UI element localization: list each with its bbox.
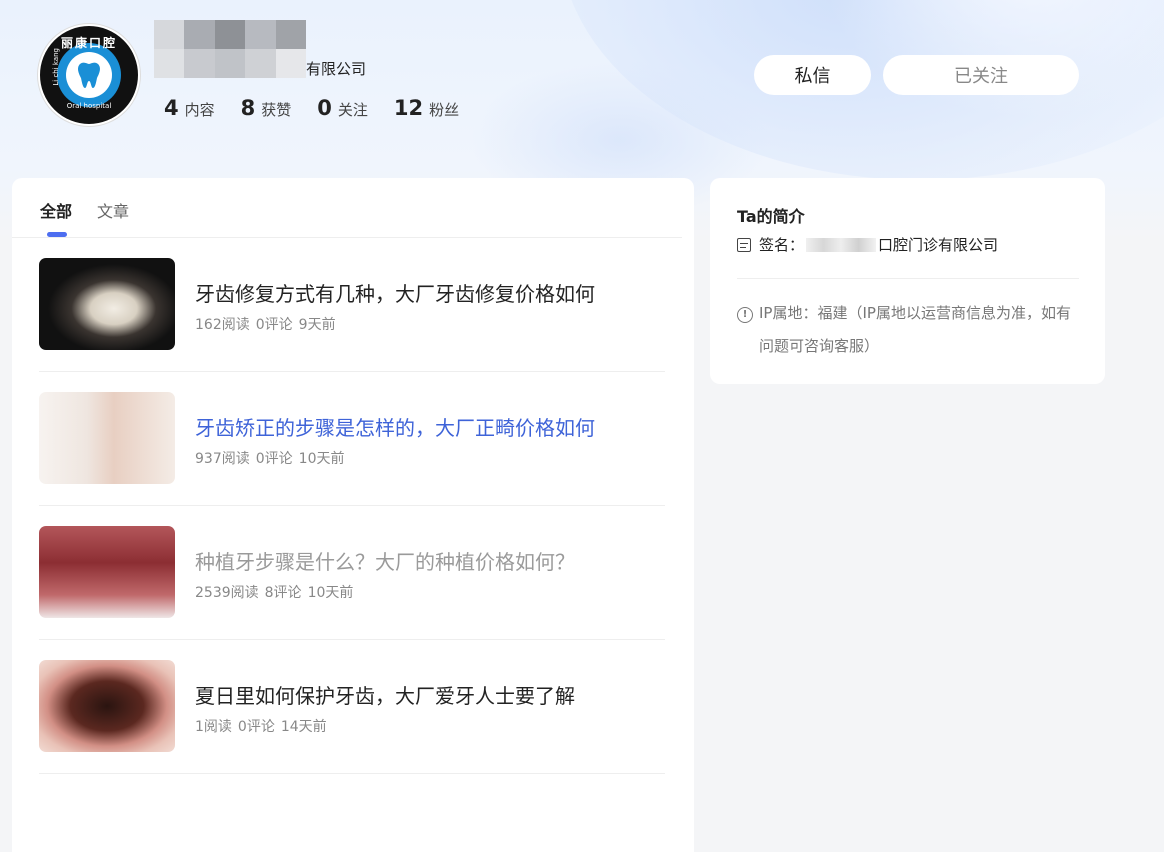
stat-number: 8 — [240, 96, 256, 120]
followed-button[interactable]: 已关注 — [883, 55, 1079, 95]
stat-number: 12 — [393, 96, 424, 120]
article-item[interactable]: 牙齿矫正的步骤是怎样的，大厂正畸价格如何 937阅读 0评论 10天前 — [39, 372, 665, 506]
intro-card: Ta的简介 签名： 口腔门诊有限公司 ! IP属地：福建（IP属地以运营商信息为… — [710, 178, 1105, 384]
article-meta: 937阅读 0评论 10天前 — [195, 448, 350, 468]
message-button[interactable]: 私信 — [754, 55, 871, 95]
signature-icon — [737, 237, 751, 252]
info-icon: ! — [737, 307, 753, 323]
article-comments: 0评论 — [255, 317, 293, 333]
article-title[interactable]: 夏日里如何保护牙齿，大厂爱牙人士要了解 — [195, 680, 575, 709]
signature-label: 签名： — [759, 236, 805, 254]
stat-content[interactable]: 4 内容 — [164, 96, 215, 120]
profile-page: 丽康口腔 Li chi kang Oral hospital 有限公司 4 内容… — [0, 0, 1164, 852]
stat-label: 粉丝 — [429, 101, 460, 119]
article-meta: 2539阅读 8评论 10天前 — [195, 582, 359, 602]
stat-number: 0 — [317, 96, 332, 120]
ip-location-row: ! IP属地：福建（IP属地以运营商信息为准，如有问题可咨询客服） — [737, 304, 1082, 363]
stat-number: 4 — [164, 96, 179, 120]
signature-row: 签名： 口腔门诊有限公司 — [737, 234, 998, 255]
intro-divider — [737, 278, 1079, 279]
tab-all[interactable]: 全部 — [40, 198, 72, 222]
stat-label: 获赞 — [261, 101, 292, 119]
article-thumbnail[interactable] — [39, 526, 175, 618]
avatar[interactable]: 丽康口腔 Li chi kang Oral hospital — [38, 24, 140, 126]
article-comments: 0评论 — [237, 719, 275, 735]
article-meta: 1阅读 0评论 14天前 — [195, 716, 333, 736]
stat-followers[interactable]: 12 粉丝 — [394, 96, 459, 120]
stat-label: 内容 — [184, 101, 215, 119]
article-item[interactable]: 种植牙步骤是什么？大厂的种植价格如何？ 2539阅读 8评论 10天前 — [39, 506, 665, 640]
tab-articles[interactable]: 文章 — [97, 198, 129, 222]
article-time: 14天前 — [280, 719, 327, 735]
stat-likes[interactable]: 8 获赞 — [241, 96, 292, 120]
content-card: 全部 文章 牙齿修复方式有几种，大厂牙齿修复价格如何 162阅读 0评论 9天前 牙… — [12, 178, 694, 852]
article-time: 10天前 — [307, 585, 354, 601]
article-thumbnail[interactable] — [39, 660, 175, 752]
tab-bar: 全部 文章 — [12, 178, 682, 238]
blurred-username — [154, 20, 306, 78]
article-title[interactable]: 牙齿矫正的步骤是怎样的，大厂正畸价格如何 — [195, 412, 595, 441]
article-comments: 0评论 — [255, 451, 293, 467]
article-thumbnail[interactable] — [39, 258, 175, 350]
article-item[interactable]: 牙齿修复方式有几种，大厂牙齿修复价格如何 162阅读 0评论 9天前 — [39, 238, 665, 372]
stat-following[interactable]: 0 关注 — [317, 96, 368, 120]
article-reads: 162阅读 — [195, 317, 250, 333]
article-comments: 8评论 — [264, 585, 302, 601]
username-suffix: 有限公司 — [306, 60, 367, 78]
avatar-logo-side-text: Li chi kang — [52, 48, 60, 86]
ip-location-text: IP属地：福建（IP属地以运营商信息为准，如有问题可咨询客服） — [759, 304, 1071, 355]
article-reads: 1阅读 — [195, 719, 232, 735]
article-meta: 162阅读 0评论 9天前 — [195, 314, 342, 334]
stat-label: 关注 — [337, 101, 368, 119]
article-reads: 2539阅读 — [195, 585, 259, 601]
intro-title: Ta的简介 — [737, 207, 805, 226]
tooth-logo-icon — [57, 43, 121, 107]
article-item[interactable]: 夏日里如何保护牙齿，大厂爱牙人士要了解 1阅读 0评论 14天前 — [39, 640, 665, 774]
active-tab-indicator — [47, 232, 67, 237]
article-title[interactable]: 种植牙步骤是什么？大厂的种植价格如何？ — [195, 546, 575, 575]
signature-value: 口腔门诊有限公司 — [878, 236, 999, 254]
blurred-signature — [806, 237, 877, 252]
article-time: 9天前 — [298, 317, 336, 333]
article-reads: 937阅读 — [195, 451, 250, 467]
article-time: 10天前 — [298, 451, 345, 467]
article-title[interactable]: 牙齿修复方式有几种，大厂牙齿修复价格如何 — [195, 278, 595, 307]
profile-stats: 4 内容 8 获赞 0 关注 12 粉丝 — [164, 96, 459, 120]
article-thumbnail[interactable] — [39, 392, 175, 484]
avatar-logo-bottom-text: Oral hospital — [66, 102, 112, 110]
